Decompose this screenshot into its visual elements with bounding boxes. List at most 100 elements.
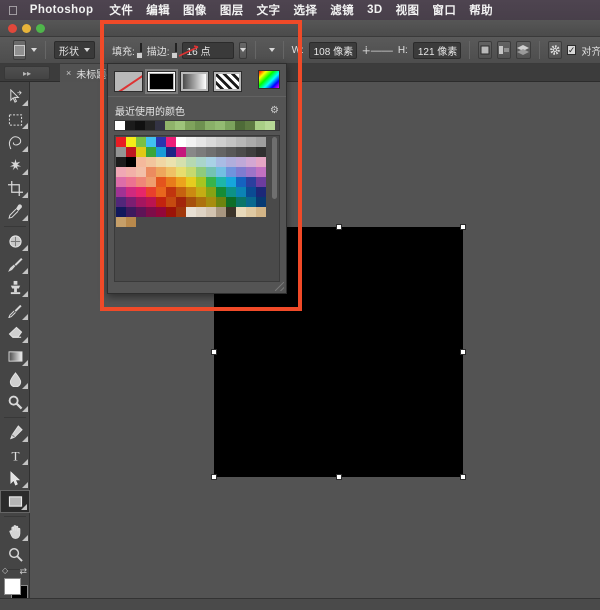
color-swatch[interactable] bbox=[126, 207, 136, 217]
resize-handle-tr[interactable] bbox=[460, 224, 466, 230]
menu-item-select[interactable]: 选择 bbox=[293, 2, 317, 18]
resize-handle-mr[interactable] bbox=[460, 349, 466, 355]
color-swatch[interactable] bbox=[246, 147, 256, 157]
color-swatch[interactable] bbox=[256, 187, 266, 197]
spot-healing-tool[interactable] bbox=[0, 230, 30, 253]
scrollbar-thumb[interactable] bbox=[272, 137, 277, 199]
recent-color-swatch[interactable] bbox=[115, 121, 125, 130]
color-swatch[interactable] bbox=[236, 147, 246, 157]
color-swatch[interactable] bbox=[196, 197, 206, 207]
close-icon[interactable]: × bbox=[66, 68, 71, 78]
color-swatch[interactable] bbox=[246, 207, 256, 217]
crop-tool[interactable] bbox=[0, 177, 30, 200]
menu-item-photoshop[interactable]: Photoshop bbox=[30, 4, 94, 16]
color-swatch[interactable] bbox=[226, 137, 236, 147]
panel-scrollbar[interactable] bbox=[271, 137, 278, 281]
color-swatch[interactable] bbox=[116, 217, 126, 227]
color-swatch[interactable] bbox=[176, 147, 186, 157]
color-swatch[interactable] bbox=[126, 167, 136, 177]
foreground-color-swatch[interactable] bbox=[4, 578, 21, 595]
color-swatch[interactable] bbox=[206, 137, 216, 147]
color-swatch[interactable] bbox=[186, 137, 196, 147]
recent-color-swatch[interactable] bbox=[155, 121, 165, 130]
color-swatch[interactable] bbox=[156, 137, 166, 147]
menu-item-file[interactable]: 文件 bbox=[109, 2, 133, 18]
path-arrangement-icon[interactable] bbox=[515, 41, 531, 59]
color-swatch[interactable] bbox=[166, 177, 176, 187]
recent-colors-strip[interactable] bbox=[114, 120, 280, 131]
align-edges-checkbox[interactable]: ✓ bbox=[566, 45, 577, 55]
color-swatch[interactable] bbox=[166, 137, 176, 147]
menu-item-type[interactable]: 文字 bbox=[257, 2, 281, 18]
recent-color-swatch[interactable] bbox=[135, 121, 145, 130]
recent-color-swatch[interactable] bbox=[165, 121, 175, 130]
color-swatch[interactable] bbox=[156, 167, 166, 177]
path-operations-icon[interactable] bbox=[477, 41, 492, 59]
color-picker-icon[interactable] bbox=[258, 70, 280, 89]
stroke-width-dropdown[interactable] bbox=[238, 41, 247, 59]
resize-handle-bl[interactable] bbox=[211, 474, 217, 480]
color-swatch[interactable] bbox=[256, 137, 266, 147]
stroke-color-swatch[interactable] bbox=[170, 42, 198, 58]
blur-tool[interactable] bbox=[0, 368, 30, 391]
recent-color-swatch[interactable] bbox=[195, 121, 205, 130]
color-swatch[interactable] bbox=[156, 207, 166, 217]
rectangular-marquee-tool[interactable] bbox=[0, 108, 30, 131]
color-swatch[interactable] bbox=[156, 187, 166, 197]
color-swatch[interactable] bbox=[246, 177, 256, 187]
color-swatch[interactable] bbox=[226, 187, 236, 197]
color-swatch[interactable] bbox=[256, 177, 266, 187]
menu-item-image[interactable]: 图像 bbox=[183, 2, 207, 18]
color-swatch[interactable] bbox=[146, 137, 156, 147]
solid-color-swatch[interactable] bbox=[145, 69, 178, 94]
color-swatch[interactable] bbox=[116, 147, 126, 157]
color-swatch[interactable] bbox=[116, 187, 126, 197]
panel-resize-grip[interactable] bbox=[275, 282, 284, 291]
color-swatch[interactable] bbox=[216, 137, 226, 147]
color-swatch[interactable] bbox=[176, 187, 186, 197]
color-swatch[interactable] bbox=[186, 197, 196, 207]
resize-handle-ml[interactable] bbox=[211, 349, 217, 355]
recent-color-swatch[interactable] bbox=[175, 121, 185, 130]
tool-preset-picker[interactable] bbox=[13, 40, 26, 60]
color-swatch[interactable] bbox=[126, 177, 136, 187]
color-swatch[interactable] bbox=[136, 147, 146, 157]
color-swatch[interactable] bbox=[146, 177, 156, 187]
color-swatch[interactable] bbox=[206, 157, 216, 167]
height-input[interactable]: 121 像素 bbox=[412, 41, 461, 59]
color-swatch[interactable] bbox=[196, 137, 206, 147]
color-swatch[interactable] bbox=[116, 137, 126, 147]
menu-item-edit[interactable]: 编辑 bbox=[146, 2, 170, 18]
color-swatch[interactable] bbox=[256, 147, 266, 157]
gradient-swatch[interactable] bbox=[180, 71, 209, 92]
link-icon[interactable]: ∔—— bbox=[362, 44, 393, 57]
history-brush-tool[interactable] bbox=[0, 299, 30, 322]
color-swatch[interactable] bbox=[186, 167, 196, 177]
color-swatch[interactable] bbox=[186, 157, 196, 167]
color-swatch[interactable] bbox=[216, 197, 226, 207]
color-swatch[interactable] bbox=[236, 207, 246, 217]
color-swatch[interactable] bbox=[186, 147, 196, 157]
magic-wand-tool[interactable] bbox=[0, 154, 30, 177]
color-swatch[interactable] bbox=[136, 177, 146, 187]
color-swatch[interactable] bbox=[256, 207, 266, 217]
minimize-button[interactable] bbox=[22, 24, 31, 33]
recent-color-swatch[interactable] bbox=[225, 121, 235, 130]
color-swatch[interactable] bbox=[246, 137, 256, 147]
color-swatch[interactable] bbox=[226, 197, 236, 207]
color-swatch[interactable] bbox=[186, 177, 196, 187]
color-swatch[interactable] bbox=[206, 197, 216, 207]
color-swatch[interactable] bbox=[226, 157, 236, 167]
color-swatch[interactable] bbox=[146, 207, 156, 217]
recent-color-swatch[interactable] bbox=[245, 121, 255, 130]
color-swatch[interactable] bbox=[126, 197, 136, 207]
recent-color-swatch[interactable] bbox=[145, 121, 155, 130]
color-swatch[interactable] bbox=[136, 197, 146, 207]
color-swatch-grid-container[interactable] bbox=[114, 135, 280, 282]
color-swatch[interactable] bbox=[176, 177, 186, 187]
color-swatch[interactable] bbox=[176, 167, 186, 177]
swap-colors-icon[interactable]: ⇄ bbox=[19, 566, 27, 577]
recent-color-swatch[interactable] bbox=[215, 121, 225, 130]
color-swatch[interactable] bbox=[246, 167, 256, 177]
color-swatch[interactable] bbox=[246, 187, 256, 197]
